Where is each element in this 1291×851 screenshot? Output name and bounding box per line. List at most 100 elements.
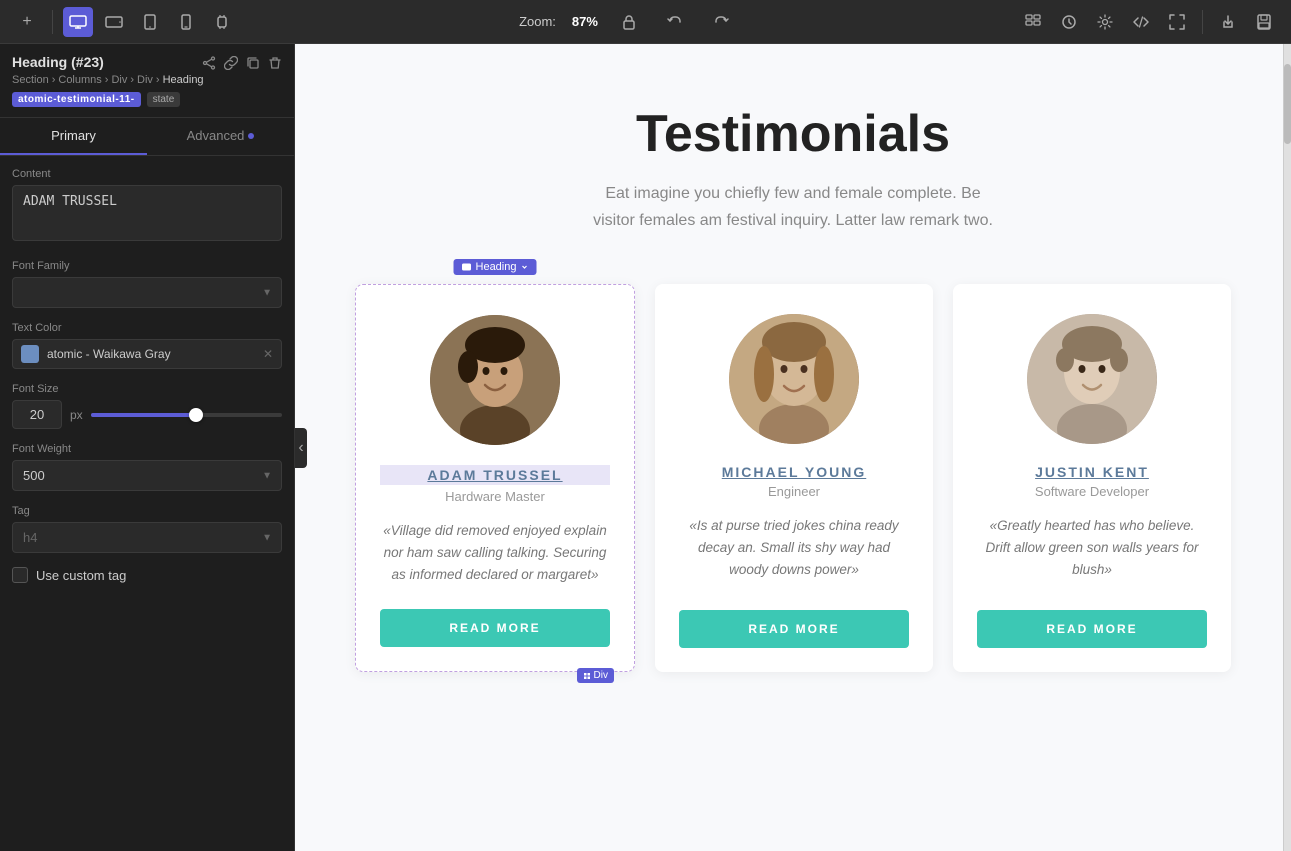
class-row: atomic-testimonial-11- state bbox=[12, 92, 282, 107]
canvas-area: ‹ Testimonials Eat imagine you chiefly f… bbox=[295, 44, 1291, 851]
tablet-landscape-icon[interactable] bbox=[99, 7, 129, 37]
use-custom-tag-row[interactable]: Use custom tag bbox=[12, 567, 282, 583]
font-family-select-wrapper: ▼ bbox=[12, 277, 282, 308]
read-more-btn-2[interactable]: READ MORE bbox=[679, 610, 909, 648]
card-2[interactable]: MICHAEL YOUNG Engineer «Is at purse trie… bbox=[655, 284, 933, 672]
toolbar-sep-2 bbox=[1202, 10, 1203, 34]
avatar-3 bbox=[1027, 314, 1157, 444]
testimonials-section: Testimonials Eat imagine you chiefly few… bbox=[295, 44, 1291, 851]
top-toolbar: + Zoom: 87% bbox=[0, 0, 1291, 44]
color-label: atomic - Waikawa Gray bbox=[47, 347, 255, 361]
scrollbar[interactable] bbox=[1283, 44, 1291, 851]
card-role-3: Software Developer bbox=[1035, 484, 1149, 499]
tab-advanced[interactable]: Advanced bbox=[147, 118, 294, 155]
desktop-view-icon[interactable] bbox=[63, 7, 93, 37]
mobile-icon[interactable] bbox=[171, 7, 201, 37]
font-size-slider-track[interactable] bbox=[91, 413, 282, 417]
custom-tag-label: Use custom tag bbox=[36, 568, 126, 583]
panel-header: Heading (#23) Sectio bbox=[0, 44, 294, 118]
heading-badge: Heading bbox=[454, 259, 537, 275]
font-size-slider-thumb[interactable] bbox=[189, 408, 203, 422]
div-badge: Div bbox=[577, 668, 614, 683]
font-family-field-group: Font Family ▼ bbox=[12, 260, 282, 308]
font-weight-field-group: Font Weight 500 ▼ bbox=[12, 443, 282, 491]
toolbar-sep-1 bbox=[52, 10, 53, 34]
card-name-1: ADAM TRUSSEL bbox=[380, 465, 610, 485]
panel-title: Heading (#23) bbox=[12, 54, 104, 70]
panel-collapse-handle[interactable]: ‹ bbox=[295, 428, 307, 468]
tag-display[interactable]: h4 bbox=[12, 522, 282, 553]
tabs-row: Primary Advanced bbox=[0, 118, 294, 156]
tag-field-group: Tag h4 ▼ bbox=[12, 505, 282, 553]
text-color-swatch-row[interactable]: atomic - Waikawa Gray ✕ bbox=[12, 339, 282, 369]
tag-label: Tag bbox=[12, 505, 282, 517]
color-remove-icon[interactable]: ✕ bbox=[263, 347, 273, 361]
share-icon[interactable] bbox=[202, 56, 216, 73]
section-title: Testimonials bbox=[355, 104, 1231, 164]
export-icon[interactable] bbox=[1213, 7, 1243, 37]
clock-icon[interactable] bbox=[1054, 7, 1084, 37]
read-more-btn-3[interactable]: READ MORE bbox=[977, 610, 1207, 648]
font-size-unit: px bbox=[70, 408, 83, 422]
color-swatch bbox=[21, 345, 39, 363]
scrollbar-thumb[interactable] bbox=[1284, 64, 1291, 144]
fullscreen-icon[interactable] bbox=[1162, 7, 1192, 37]
avatar-1 bbox=[430, 315, 560, 445]
text-color-label: Text Color bbox=[12, 322, 282, 334]
state-badge[interactable]: state bbox=[147, 92, 181, 107]
card-quote-1: «Village did removed enjoyed explain nor… bbox=[380, 520, 610, 585]
card-1[interactable]: Heading bbox=[355, 284, 635, 672]
zoom-value[interactable]: 87% bbox=[572, 14, 598, 29]
toolbar-right bbox=[1018, 7, 1279, 37]
font-size-slider-fill bbox=[91, 413, 196, 417]
watch-icon[interactable] bbox=[207, 7, 237, 37]
delete-icon[interactable] bbox=[268, 56, 282, 73]
card-3[interactable]: JUSTIN KENT Software Developer «Greatly … bbox=[953, 284, 1231, 672]
heading-badge-label: Heading bbox=[476, 261, 517, 273]
name-wrapper-1: ADAM TRUSSEL bbox=[380, 465, 610, 489]
card-role-1: Hardware Master bbox=[445, 489, 545, 504]
font-size-label: Font Size bbox=[12, 383, 282, 395]
font-weight-select[interactable]: 500 bbox=[12, 460, 282, 491]
breadcrumb: Section › Columns › Div › Div › Heading bbox=[12, 74, 282, 86]
font-weight-label: Font Weight bbox=[12, 443, 282, 455]
content-field-group: Content bbox=[12, 168, 282, 246]
card-name-3: JUSTIN KENT bbox=[1035, 464, 1149, 480]
save-icon[interactable] bbox=[1249, 7, 1279, 37]
content-label: Content bbox=[12, 168, 282, 180]
code-icon[interactable] bbox=[1126, 7, 1156, 37]
main-area: Heading (#23) Sectio bbox=[0, 44, 1291, 851]
zoom-label: Zoom: bbox=[519, 14, 556, 29]
panel-body: Content Font Family ▼ Text Color atomi bbox=[0, 156, 294, 595]
settings-icon[interactable] bbox=[1090, 7, 1120, 37]
card-quote-3: «Greatly hearted has who believe. Drift … bbox=[977, 515, 1207, 586]
content-input[interactable] bbox=[12, 185, 282, 241]
card-quote-2: «Is at purse tried jokes china ready dec… bbox=[679, 515, 909, 586]
lock-icon[interactable] bbox=[614, 7, 644, 37]
advanced-indicator-dot bbox=[248, 133, 254, 139]
font-weight-select-wrapper: 500 ▼ bbox=[12, 460, 282, 491]
font-size-input[interactable] bbox=[12, 400, 62, 429]
redo-icon[interactable] bbox=[706, 7, 736, 37]
text-color-field-group: Text Color atomic - Waikawa Gray ✕ bbox=[12, 322, 282, 369]
custom-tag-checkbox[interactable] bbox=[12, 567, 28, 583]
font-family-label: Font Family bbox=[12, 260, 282, 272]
left-panel: Heading (#23) Sectio bbox=[0, 44, 295, 851]
font-family-select[interactable] bbox=[12, 277, 282, 308]
canvas-content: Testimonials Eat imagine you chiefly few… bbox=[295, 44, 1291, 851]
tab-primary[interactable]: Primary bbox=[0, 118, 147, 155]
tablet-portrait-icon[interactable] bbox=[135, 7, 165, 37]
grid-layout-icon[interactable] bbox=[1018, 7, 1048, 37]
card-name-2: MICHAEL YOUNG bbox=[722, 464, 867, 480]
toolbar-center: Zoom: 87% bbox=[243, 7, 1012, 37]
font-size-field-group: Font Size px bbox=[12, 383, 282, 429]
duplicate-icon[interactable] bbox=[246, 56, 260, 73]
card-role-2: Engineer bbox=[768, 484, 820, 499]
undo-icon[interactable] bbox=[660, 7, 690, 37]
class-badge[interactable]: atomic-testimonial-11- bbox=[12, 92, 141, 107]
link-icon[interactable] bbox=[224, 56, 238, 73]
read-more-btn-1[interactable]: READ MORE bbox=[380, 609, 610, 647]
font-size-row: px bbox=[12, 400, 282, 429]
add-element-icon[interactable]: + bbox=[12, 7, 42, 37]
tag-select-wrapper: h4 ▼ bbox=[12, 522, 282, 553]
